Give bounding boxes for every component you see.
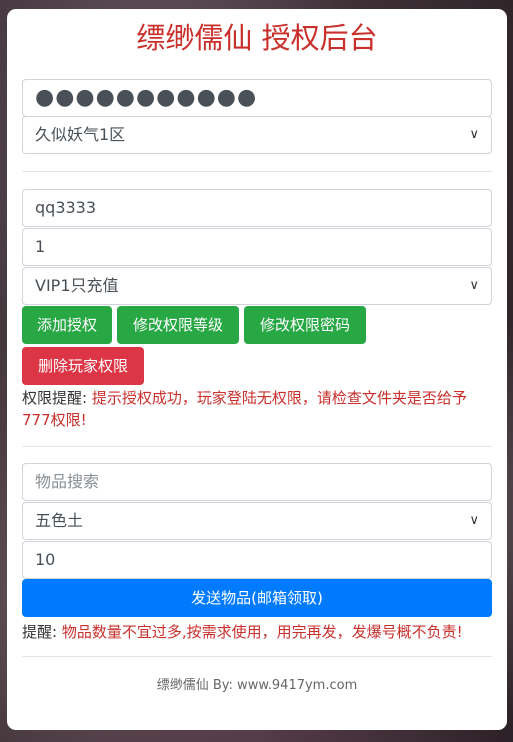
account-field[interactable]: qq3333 xyxy=(22,189,492,227)
modify-password-button[interactable]: 修改权限密码 xyxy=(244,306,366,344)
level-field[interactable]: 1 xyxy=(22,228,492,266)
divider xyxy=(22,171,492,172)
chevron-down-icon: ∨ xyxy=(469,278,479,293)
password-field[interactable]: ●●●●●●●●●●● xyxy=(22,79,492,117)
add-auth-button[interactable]: 添加授权 xyxy=(22,306,112,344)
send-item-button[interactable]: 发送物品(邮箱领取) xyxy=(22,579,492,617)
item-search-placeholder: 物品搜索 xyxy=(35,472,100,491)
delete-permission-button[interactable]: 删除玩家权限 xyxy=(22,347,144,385)
page-title: 缥缈儒仙 授权后台 xyxy=(136,21,378,55)
item-notice: 提醒: 物品数量不宜过多,按需求使用，用完再发，发爆号概不负责! xyxy=(22,621,492,643)
chevron-down-icon: ∨ xyxy=(469,513,479,528)
modify-level-button[interactable]: 修改权限等级 xyxy=(117,306,239,344)
item-notice-label: 提醒: xyxy=(22,623,58,641)
vip-select-value: VIP1只充值 xyxy=(35,276,119,295)
item-select[interactable]: 五色土 ∨ xyxy=(22,502,492,540)
divider xyxy=(22,656,492,657)
chevron-down-icon: ∨ xyxy=(469,127,479,142)
divider xyxy=(22,446,492,447)
level-value: 1 xyxy=(35,237,46,256)
server-select[interactable]: 久似妖气1区 ∨ xyxy=(22,116,492,154)
permission-notice-label: 权限提醒: xyxy=(22,389,88,407)
server-select-value: 久似妖气1区 xyxy=(35,125,126,144)
delete-row: 删除玩家权限 xyxy=(22,347,492,385)
main-card: 缥缈儒仙 授权后台 ●●●●●●●●●●● 久似妖气1区 ∨ qq3333 1 … xyxy=(7,9,507,730)
quantity-field[interactable]: 10 xyxy=(22,541,492,579)
vip-select[interactable]: VIP1只充值 ∨ xyxy=(22,267,492,305)
permission-button-row: 添加授权 修改权限等级 修改权限密码 xyxy=(22,306,492,344)
quantity-value: 10 xyxy=(35,550,56,569)
permission-notice-text: 提示授权成功，玩家登陆无权限，请检查文件夹是否给予777权限! xyxy=(22,389,467,429)
item-select-value: 五色土 xyxy=(35,511,84,530)
password-dots: ●●●●●●●●●●● xyxy=(35,85,258,110)
account-value: qq3333 xyxy=(35,198,97,217)
item-notice-text: 物品数量不宜过多,按需求使用，用完再发，发爆号概不负责! xyxy=(61,623,463,641)
permission-notice: 权限提醒: 提示授权成功，玩家登陆无权限，请检查文件夹是否给予777权限! xyxy=(22,387,492,431)
item-search-input[interactable]: 物品搜索 xyxy=(22,463,492,501)
footer-text: 缥缈儒仙 By: www.9417ym.com xyxy=(156,678,358,693)
